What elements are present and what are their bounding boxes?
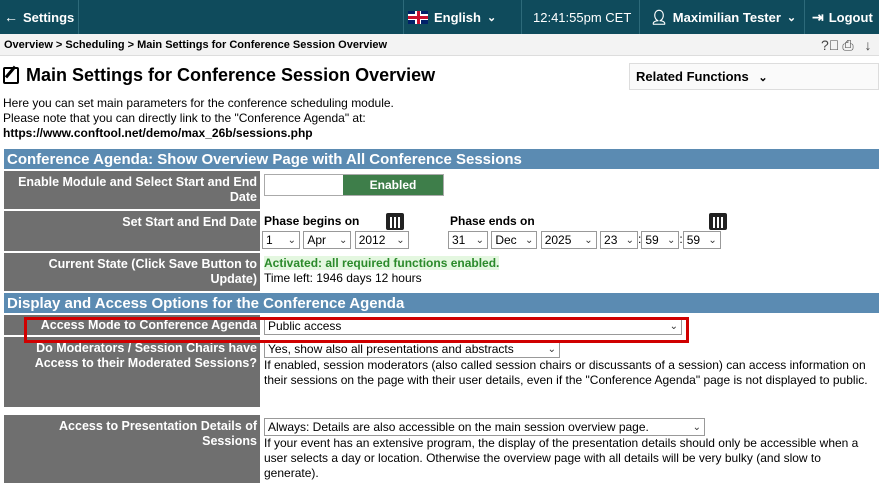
clock: 12:41:55pm CET	[521, 0, 639, 34]
end-month-select[interactable]: Dec ⌄	[491, 231, 538, 249]
breadcrumb-overview[interactable]: Overview	[4, 39, 53, 51]
logout-label: Logout	[828, 9, 873, 25]
top-bar: ← Settings English ⌄ 12:41:55pm CET 👤︎ M…	[0, 0, 879, 34]
breadcrumb-bar: Overview > Scheduling > Main Settings for Co…	[0, 34, 879, 56]
enable-module-value: Enabled	[262, 171, 879, 209]
end-second-select[interactable]: 59 ⌄	[682, 231, 721, 249]
phase-begins-label: Phase begins on	[264, 214, 360, 228]
logout-icon: ⇥	[812, 8, 824, 25]
logout-button[interactable]: ⇥ Logout	[804, 0, 879, 34]
end-date-selects: 31 ⌄ Dec ⌄ 2025 ⌄ 23 ⌄:59 ⌄:59 ⌄	[448, 231, 721, 249]
language-label: English	[434, 9, 481, 25]
dates-label: Set Start and End Date	[4, 211, 262, 251]
moderators-help: If enabled, session moderators (also cal…	[264, 358, 868, 387]
start-month-select[interactable]: Apr ⌄	[303, 231, 352, 249]
row-current-state: Current State (Click Save Button to Upda…	[4, 253, 879, 293]
intro-text: Here you can set main parameters for the…	[3, 96, 394, 141]
chevron-down-icon: ⌄	[486, 11, 497, 24]
breadcrumb-current: Main Settings for Conference Session Ove…	[137, 39, 388, 51]
start-year-select[interactable]: 2012 ⌄	[354, 231, 409, 249]
row-presentation-details: Access to Presentation Details of Sessio…	[4, 415, 879, 485]
download-icon[interactable]: ↓	[861, 37, 875, 54]
page-title: Main Settings for Conference Session Ove…	[26, 65, 436, 85]
related-functions-menu[interactable]: Related Functions ⌄	[629, 63, 879, 90]
help-icon[interactable]: ?⃝	[821, 37, 839, 54]
print-icon[interactable]: ⎙	[841, 37, 855, 54]
time-label: 12:41:55pm CET	[533, 9, 632, 25]
user-menu[interactable]: 👤︎ Maximilian Tester ⌄	[639, 0, 804, 34]
chevron-down-icon: ⌄	[786, 11, 797, 24]
details-help: If your event has an extensive program, …	[264, 436, 859, 480]
end-year-select[interactable]: 2025 ⌄	[540, 231, 597, 249]
row-dates: Set Start and End Date Phase begins on 1…	[4, 211, 879, 253]
section-header-agenda: Conference Agenda: Show Overview Page wi…	[4, 149, 879, 171]
section-header-display: Display and Access Options for the Confe…	[4, 293, 879, 315]
start-date-selects: 1 ⌄ Apr ⌄ 2012 ⌄	[262, 231, 409, 249]
edit-icon	[3, 67, 19, 84]
related-functions-label: Related Functions	[636, 69, 749, 84]
toggle-enabled[interactable]: Enabled	[343, 175, 443, 195]
current-state-value: Activated: all required functions enable…	[262, 253, 879, 291]
settings-label: Settings	[23, 9, 75, 25]
user-label: Maximilian Tester	[672, 9, 781, 25]
moderators-value: Yes, show also all presentations and abs…	[262, 337, 879, 407]
highlight-access-mode	[24, 317, 689, 343]
end-minute-select[interactable]: 59 ⌄	[641, 231, 680, 249]
calendar-icon[interactable]	[709, 213, 727, 230]
time-left: Time left: 1946 days 12 hours	[264, 271, 422, 285]
details-select[interactable]: Always: Details are also accessible on t…	[264, 418, 705, 436]
toggle-off-side[interactable]	[265, 175, 343, 195]
arrow-left-icon: ←	[4, 9, 18, 25]
settings-button[interactable]: ← Settings	[0, 0, 79, 34]
torn-edge	[0, 486, 879, 496]
dates-value: Phase begins on 1 ⌄ Apr ⌄ 2012 ⌄ Phase ends…	[262, 211, 879, 251]
current-state-label: Current State (Click Save Button to Upda…	[4, 253, 262, 291]
user-icon: 👤︎	[650, 8, 668, 25]
row-moderators: Do Moderators / Session Chairs have Acce…	[4, 337, 879, 409]
row-enable-module: Enable Module and Select Start and End D…	[4, 171, 879, 211]
enable-module-label: Enable Module and Select Start and End D…	[4, 171, 262, 209]
breadcrumb: Overview > Scheduling > Main Settings for Co…	[4, 39, 388, 51]
breadcrumb-scheduling[interactable]: Scheduling	[65, 39, 124, 51]
details-value: Always: Details are also accessible on t…	[262, 415, 879, 483]
state-status: Activated: all required functions enable…	[264, 256, 500, 270]
intro-line-1: Here you can set main parameters for the…	[3, 96, 394, 110]
end-day-select[interactable]: 31 ⌄	[448, 231, 488, 249]
moderators-label: Do Moderators / Session Chairs have Acce…	[4, 337, 262, 407]
intro-line-2: Please note that you can directly link t…	[3, 111, 366, 125]
agenda-link[interactable]: https://www.conftool.net/demo/max_26b/se…	[3, 126, 394, 141]
language-menu[interactable]: English ⌄	[403, 0, 521, 34]
chevron-down-icon: ⌄	[758, 72, 768, 84]
page-tools: ?⃝ ⎙ ↓	[821, 37, 875, 54]
start-day-select[interactable]: 1 ⌄	[262, 231, 300, 249]
enable-toggle[interactable]: Enabled	[264, 174, 444, 196]
uk-flag-icon	[408, 10, 428, 24]
details-label: Access to Presentation Details of Sessio…	[4, 415, 262, 483]
end-hour-select[interactable]: 23 ⌄	[600, 231, 639, 249]
calendar-icon[interactable]	[386, 213, 404, 230]
phase-ends-label: Phase ends on	[450, 214, 535, 228]
